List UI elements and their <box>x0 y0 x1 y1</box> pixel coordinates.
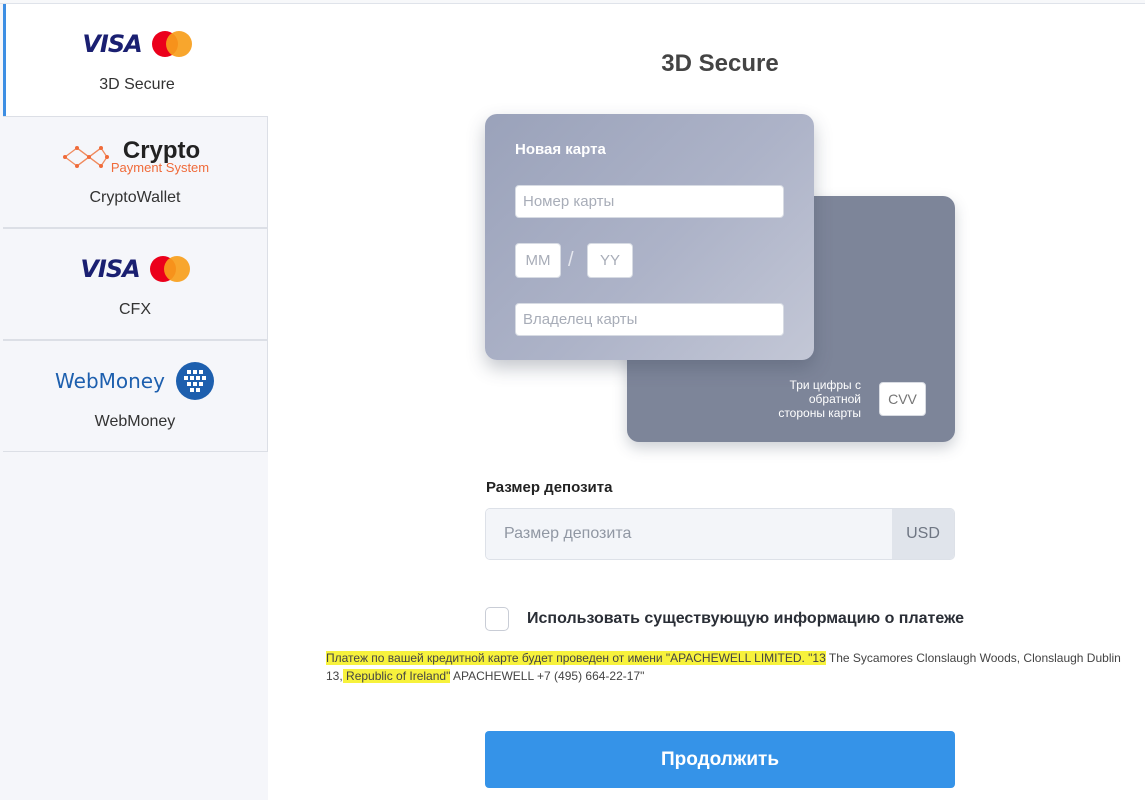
deposit-label: Размер депозита <box>486 479 613 496</box>
crypto-payment-system-logo: Crypto Payment System <box>3 139 267 175</box>
method-webmoney[interactable]: WebMoney WebMoney <box>3 340 268 452</box>
method-label: 3D Secure <box>99 76 175 93</box>
card-number-input[interactable] <box>515 185 784 218</box>
merchant-disclaimer: Платеж по вашей кредитной карте будет пр… <box>326 649 1126 685</box>
payment-methods-sidebar: VISA 3D Secure Crypto Payment System Cry… <box>0 4 268 800</box>
disclaimer-highlight-1: Платеж по вашей кредитной карте будет пр… <box>326 651 826 665</box>
method-label: CryptoWallet <box>89 189 181 206</box>
disclaimer-text-2: APACHEWELL +7 (495) 664-22-17" <box>450 669 645 683</box>
crypto-logo-title: Crypto <box>122 137 201 164</box>
visa-mastercard-logo: VISA <box>3 251 267 287</box>
method-cfx[interactable]: VISA CFX <box>3 228 268 340</box>
mastercard-icon <box>151 31 192 57</box>
deposit-amount-input[interactable] <box>486 509 892 559</box>
visa-logo: VISA <box>80 255 140 283</box>
webmoney-logo: WebMoney <box>3 362 267 400</box>
crypto-logo-subtitle: Payment System <box>110 160 210 175</box>
mastercard-icon <box>149 256 190 282</box>
continue-button[interactable]: Продолжить <box>485 731 955 788</box>
deposit-field: USD <box>485 508 955 560</box>
method-3d-secure[interactable]: VISA 3D Secure <box>3 4 268 116</box>
cvv-input[interactable] <box>879 382 926 416</box>
disclaimer-highlight-2: Republic of Ireland" <box>342 669 451 683</box>
expiry-year-input[interactable] <box>587 243 633 278</box>
saved-info-checkbox[interactable] <box>485 607 509 631</box>
saved-info-label[interactable]: Использовать существующую информацию о п… <box>527 610 964 628</box>
method-cryptowallet[interactable]: Crypto Payment System CryptoWallet <box>3 116 268 228</box>
visa-mastercard-logo: VISA <box>6 26 268 62</box>
crypto-network-icon <box>62 146 109 168</box>
card-holder-input[interactable] <box>515 303 784 336</box>
card-heading: Новая карта <box>515 141 606 158</box>
expiry-month-input[interactable] <box>515 243 561 278</box>
webmoney-globe-icon <box>175 362 214 400</box>
currency-badge: USD <box>892 509 954 559</box>
visa-logo: VISA <box>82 30 142 58</box>
date-separator: / <box>568 249 574 271</box>
page-title: 3D Secure <box>661 50 779 77</box>
webmoney-logo-text: WebMoney <box>55 369 165 393</box>
cvv-hint: Три цифры с обратной стороны карты <box>778 378 861 420</box>
method-label: CFX <box>119 301 151 318</box>
method-label: WebMoney <box>94 413 176 430</box>
